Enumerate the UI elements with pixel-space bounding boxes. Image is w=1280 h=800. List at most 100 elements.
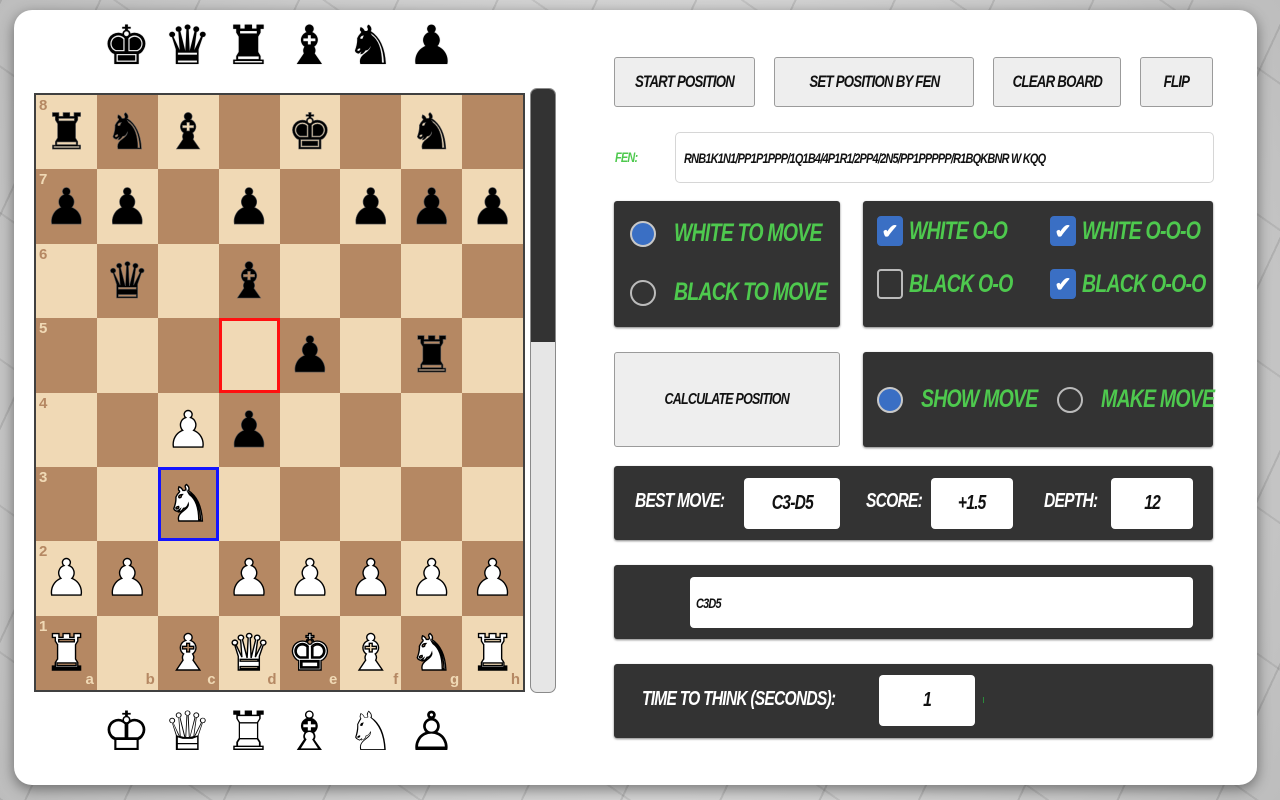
square-h7[interactable]: ♟: [462, 169, 523, 244]
square-a2[interactable]: 2 ♟: [36, 541, 97, 616]
set-position-by-fen-button[interactable]: Set Position by FEN: [774, 57, 974, 107]
square-d2[interactable]: ♟: [218, 541, 280, 616]
make-move-radio[interactable]: [1057, 386, 1083, 413]
white-bishop-icon[interactable]: ♝: [165, 627, 211, 678]
white-pawn-icon[interactable]: ♟: [43, 553, 89, 604]
black-spare-pawn-icon[interactable]: ♟: [401, 14, 462, 78]
white-rook-icon[interactable]: ♜: [43, 627, 89, 678]
square-c3[interactable]: ♞: [157, 466, 219, 542]
square-h6[interactable]: [462, 243, 523, 319]
calculate-position-button[interactable]: Calculate Position: [614, 352, 840, 447]
white-spare-queen-icon[interactable]: ♕: [157, 700, 218, 764]
white-spare-king-icon[interactable]: ♔: [96, 700, 157, 764]
square-f7[interactable]: ♟: [340, 169, 402, 244]
square-e8[interactable]: ♚: [279, 95, 341, 170]
white-queen-icon[interactable]: ♛: [226, 627, 272, 678]
square-d1[interactable]: d ♛: [218, 615, 280, 690]
white-pawn-icon[interactable]: ♟: [104, 553, 150, 604]
square-h3[interactable]: [462, 466, 523, 542]
white-pawn-icon[interactable]: ♟: [409, 553, 455, 604]
black-to-move-option[interactable]: Black to move: [630, 278, 870, 307]
black-spare-king-icon[interactable]: ♚: [96, 14, 157, 78]
square-b7[interactable]: ♟: [96, 169, 158, 244]
white-spare-pawn-icon[interactable]: ♙: [401, 700, 462, 764]
square-h1[interactable]: h ♜: [462, 615, 523, 690]
white-queenside-castle-checkbox[interactable]: ✔: [1050, 216, 1076, 246]
black-rook-icon[interactable]: ♜: [409, 330, 454, 381]
square-f8[interactable]: [340, 95, 402, 170]
square-a5[interactable]: 5: [36, 318, 97, 393]
square-e6[interactable]: [279, 243, 341, 319]
square-c7[interactable]: [157, 169, 219, 244]
white-spare-rook-icon[interactable]: ♖: [218, 700, 279, 764]
black-knight-icon[interactable]: ♞: [409, 107, 454, 158]
square-a8[interactable]: 8 ♜: [36, 95, 97, 170]
square-e2[interactable]: ♟: [279, 541, 341, 616]
black-rook-icon[interactable]: ♜: [44, 107, 89, 158]
square-g7[interactable]: ♟: [401, 169, 463, 244]
square-b4[interactable]: [96, 392, 158, 467]
square-g1[interactable]: g ♞: [401, 615, 463, 690]
black-bishop-icon[interactable]: ♝: [165, 107, 210, 158]
black-queenside-castle-checkbox[interactable]: ✔: [1050, 269, 1076, 299]
square-c6[interactable]: [157, 243, 219, 319]
square-f2[interactable]: ♟: [340, 541, 402, 616]
square-a4[interactable]: 4: [36, 392, 97, 467]
square-g4[interactable]: [401, 392, 463, 467]
square-d5[interactable]: [218, 318, 280, 393]
square-c1[interactable]: c ♝: [157, 615, 219, 690]
black-spare-bishop-icon[interactable]: ♝: [279, 14, 340, 78]
move-text-field[interactable]: C3D5: [690, 577, 1193, 628]
black-knight-icon[interactable]: ♞: [105, 107, 150, 158]
square-a7[interactable]: 7 ♟: [36, 169, 97, 244]
white-queenside-castle-option[interactable]: ✔ White O-O-O: [1050, 216, 1233, 246]
black-to-move-radio[interactable]: [630, 279, 656, 306]
white-kingside-castle-checkbox[interactable]: ✔: [877, 216, 903, 246]
square-b3[interactable]: [96, 466, 158, 542]
black-bishop-icon[interactable]: ♝: [226, 256, 271, 307]
black-spare-queen-icon[interactable]: ♛: [157, 14, 218, 78]
chess-board[interactable]: 8 ♜ ♞ ♝ ♚ ♞ 7 ♟ ♟ ♟ ♟ ♟ ♟ 6 ♛ ♝ 5 ♟ ♜ 4 ♟ ♟ 3 ♞ 2 ♟ ♟ ♟ ♟ ♟ ♟ ♟ 1 a ♜ b c ♝ d ♛…: [34, 93, 525, 692]
white-bishop-icon[interactable]: ♝: [348, 627, 394, 678]
square-c5[interactable]: [157, 318, 219, 393]
start-position-button[interactable]: Start Position: [614, 57, 755, 107]
black-pawn-icon[interactable]: ♟: [348, 181, 393, 232]
square-g6[interactable]: [401, 243, 463, 319]
square-f4[interactable]: [340, 392, 402, 467]
fen-input[interactable]: RNB1K1N1/PP1P1PPP/1Q1B4/4P1R1/2PP4/2N5/P…: [675, 132, 1214, 183]
black-queenside-castle-option[interactable]: ✔ Black O-O-O: [1050, 269, 1240, 299]
square-d3[interactable]: [218, 466, 280, 542]
white-pawn-icon[interactable]: ♟: [226, 553, 272, 604]
square-d8[interactable]: [218, 95, 280, 170]
square-d4[interactable]: ♟: [218, 392, 280, 467]
square-e4[interactable]: [279, 392, 341, 467]
white-pawn-icon[interactable]: ♟: [348, 553, 394, 604]
show-move-option[interactable]: Show move: [877, 385, 1070, 414]
square-h8[interactable]: [462, 95, 523, 170]
square-h5[interactable]: [462, 318, 523, 393]
white-pawn-icon[interactable]: ♟: [165, 404, 211, 455]
white-king-icon[interactable]: ♚: [287, 627, 333, 678]
square-a6[interactable]: 6: [36, 243, 97, 319]
square-d6[interactable]: ♝: [218, 243, 280, 319]
black-spare-rook-icon[interactable]: ♜: [218, 14, 279, 78]
square-f6[interactable]: [340, 243, 402, 319]
white-spare-bishop-icon[interactable]: ♗: [279, 700, 340, 764]
white-kingside-castle-option[interactable]: ✔ White O-O: [877, 216, 1035, 246]
square-g8[interactable]: ♞: [401, 95, 463, 170]
square-b8[interactable]: ♞: [96, 95, 158, 170]
flip-button[interactable]: Flip: [1140, 57, 1213, 107]
white-spare-knight-icon[interactable]: ♘: [340, 700, 401, 764]
show-move-radio[interactable]: [877, 386, 903, 413]
white-to-move-option[interactable]: White to move: [630, 219, 863, 248]
black-queen-icon[interactable]: ♛: [105, 256, 150, 307]
square-b1[interactable]: b: [96, 615, 158, 690]
square-e5[interactable]: ♟: [279, 318, 341, 393]
square-f3[interactable]: [340, 466, 402, 542]
square-c8[interactable]: ♝: [157, 95, 219, 170]
black-pawn-icon[interactable]: ♟: [105, 181, 150, 232]
square-g5[interactable]: ♜: [401, 318, 463, 393]
square-e3[interactable]: [279, 466, 341, 542]
black-king-icon[interactable]: ♚: [287, 107, 332, 158]
clear-board-button[interactable]: Clear Board: [993, 57, 1121, 107]
